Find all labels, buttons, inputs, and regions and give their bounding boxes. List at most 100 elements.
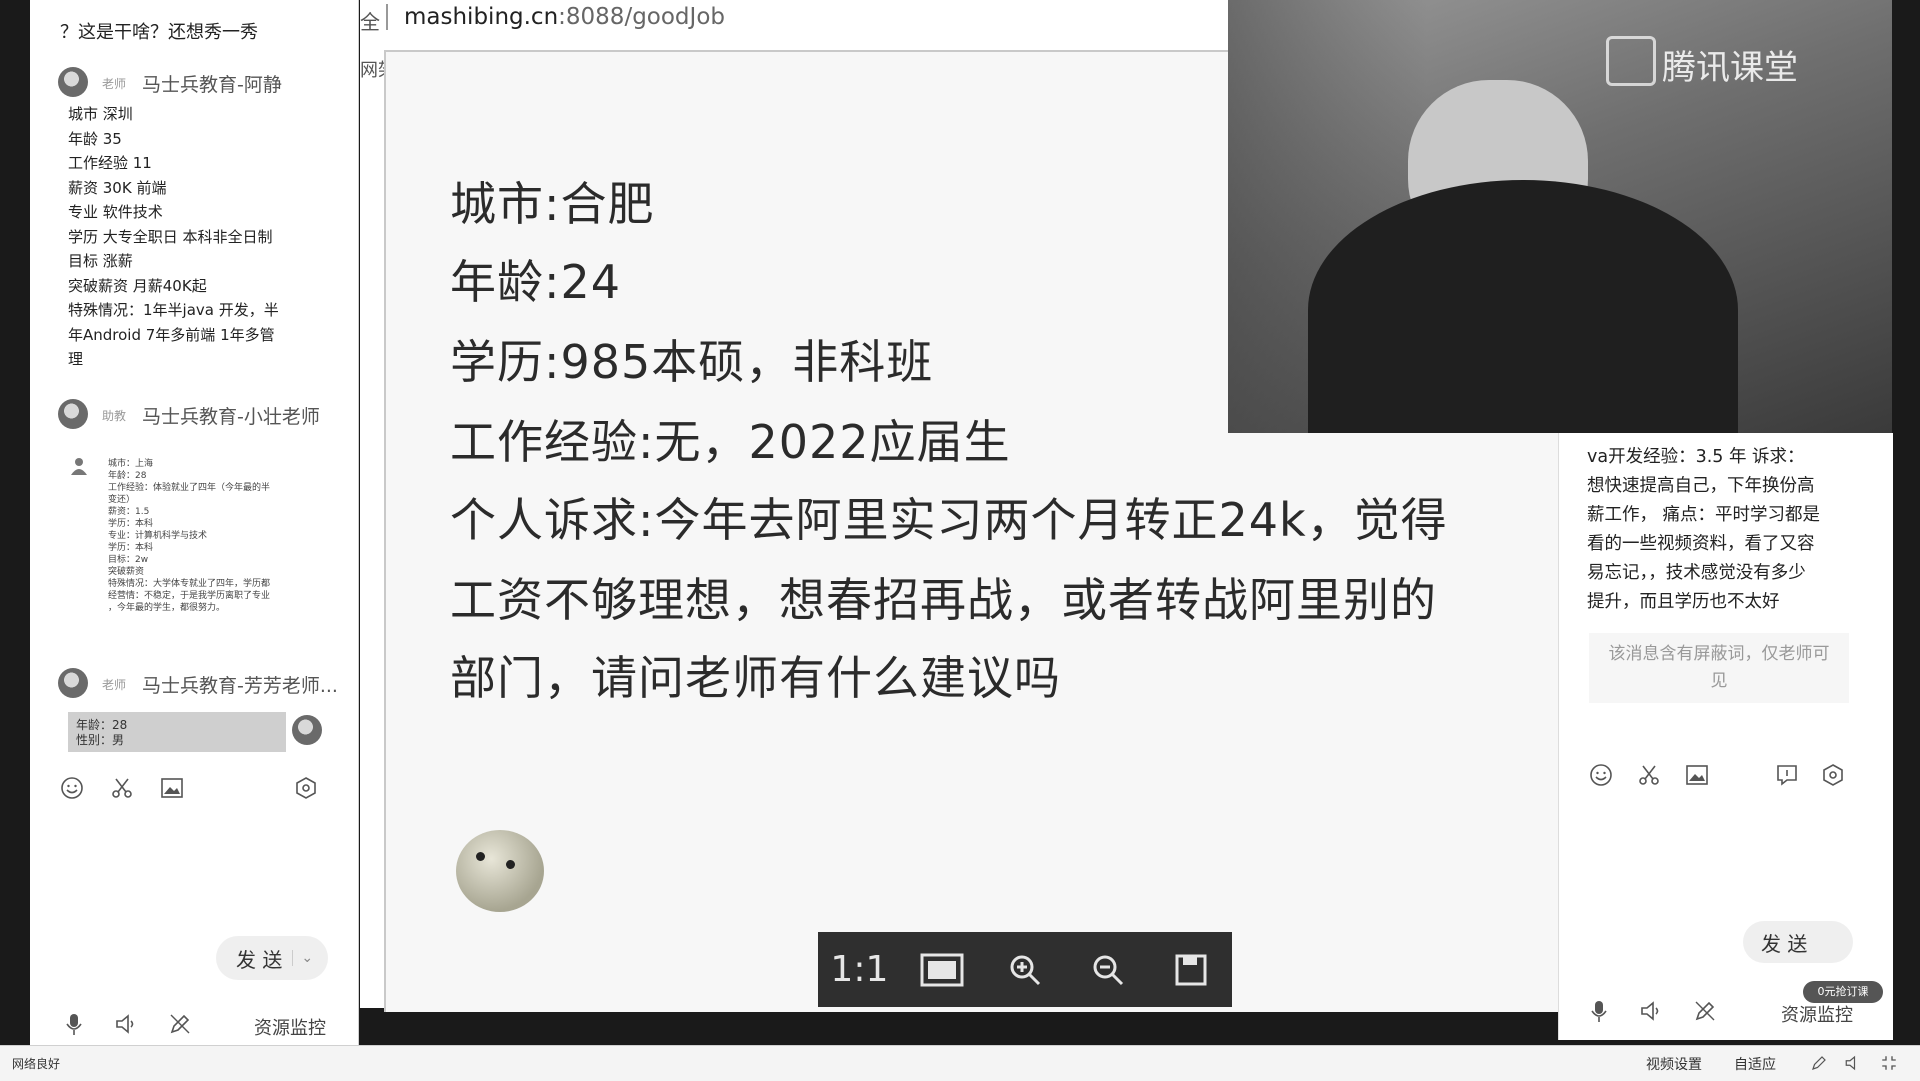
sticker-eye xyxy=(476,852,485,861)
zoom-out-icon[interactable] xyxy=(1078,940,1138,1000)
message-line: 突破薪资 xyxy=(108,567,145,577)
sender-name: 马士兵教育-小壮老师 xyxy=(142,406,320,428)
video-settings-button[interactable]: 视频设置 xyxy=(1646,1054,1702,1074)
avatar[interactable] xyxy=(58,67,88,97)
resource-monitor-button[interactable]: 资源监控 xyxy=(254,1014,326,1040)
chat-message-top: ？这是干啥？还想秀一秀 xyxy=(60,22,258,43)
settings-icon[interactable] xyxy=(1821,763,1845,787)
brand-watermark: 腾讯课堂 xyxy=(1662,48,1798,88)
message-line: va开发经验：3.5 年 诉求： xyxy=(1587,447,1805,467)
message-line: 性别：男 xyxy=(76,733,125,747)
sender-name: 马士兵教育-阿静 xyxy=(142,74,282,96)
right-chat-panel: va开发经验：3.5 年 诉求： 想快速提高自己，下年换份高 薪工作， 痛点：平… xyxy=(1558,433,1893,1040)
settings-icon[interactable] xyxy=(294,776,318,800)
message-line: ，今年最的学生，都很努力。 xyxy=(108,603,226,613)
message-line: 城市：上海 xyxy=(108,459,154,469)
message-line: 专业：计算机科学与技术 xyxy=(108,531,208,541)
teacher-video[interactable]: 腾讯课堂 xyxy=(1228,0,1892,433)
fit-screen-icon[interactable] xyxy=(912,940,972,1000)
slide-line: 学历:985本硕，非科班 xyxy=(450,335,934,389)
speaker-icon[interactable] xyxy=(1639,999,1663,1023)
message-line: 特殊情况：大学体专就业了四年，学历都 xyxy=(108,579,271,589)
send-button[interactable]: 发 送 ⌄ xyxy=(216,936,328,980)
avatar[interactable] xyxy=(292,715,322,745)
microphone-icon[interactable] xyxy=(64,1012,84,1036)
speaker-icon[interactable] xyxy=(1844,1054,1862,1072)
emoji-icon[interactable] xyxy=(60,776,84,800)
pen-icon[interactable] xyxy=(1693,999,1717,1023)
slide-line: 工作经验:无，2022应届生 xyxy=(450,415,1011,469)
url-path: :8088/goodJob xyxy=(558,4,725,30)
url-host: mashibing.cn xyxy=(404,4,559,30)
avatar[interactable] xyxy=(58,399,88,429)
scissors-icon[interactable] xyxy=(110,776,134,800)
url-field[interactable]: mashibing.cn:8088/goodJob xyxy=(404,4,725,30)
chat-message-1: 城市 深圳 年龄 35 工作经验 11 薪资 30K 前端 专业 软件技术 学历… xyxy=(68,102,328,372)
message-line: 提升，而且学历也不太好 xyxy=(1587,592,1780,612)
message-line: 城市 深圳 xyxy=(68,105,133,123)
sender-role: 助教 xyxy=(102,409,127,423)
message-line: 目标：2w xyxy=(108,555,149,565)
exit-fullscreen-icon[interactable] xyxy=(1880,1054,1898,1072)
sender-name: 马士兵教育-芳芳老师... xyxy=(142,675,338,697)
slide-line: 个人诉求:今年去阿里实习两个月转正24k，觉得 xyxy=(450,493,1448,547)
message-line: 年龄 35 xyxy=(68,129,122,148)
image-icon[interactable] xyxy=(1685,763,1709,787)
save-icon[interactable] xyxy=(1161,940,1221,1000)
message-line: 学历：本科 xyxy=(108,519,154,529)
scissors-icon[interactable] xyxy=(1637,763,1661,787)
chat-message-2: 城市：上海 年龄：28 工作经验：体验就业了四年（今年最的半 变还） 薪资：1.… xyxy=(108,458,328,614)
message-line: 薪工作， 痛点：平时学习都是 xyxy=(1587,505,1821,525)
message-line: 目标 涨薪 xyxy=(68,252,133,270)
resource-monitor-button[interactable]: 资源监控 xyxy=(1781,1001,1853,1027)
adapt-button[interactable]: 自适应 xyxy=(1734,1054,1776,1074)
blocked-message-notice: 该消息含有屏蔽词，仅老师可见 xyxy=(1589,633,1849,703)
promo-badge[interactable]: 0元抢订课 xyxy=(1803,981,1883,1003)
message-line: 想快速提高自己，下年换份高 xyxy=(1587,476,1815,496)
url-divider xyxy=(386,4,388,30)
message-line: 突破薪资 月薪40K起 xyxy=(68,276,207,295)
message-line: 学历 大专全职日 本科非全日制 xyxy=(68,227,273,246)
quoted-message: 年龄：28 性别：男 xyxy=(68,712,286,752)
status-bar: 网络良好 视频设置 自适应 xyxy=(0,1045,1920,1081)
actual-size-button[interactable]: 1:1 xyxy=(829,940,889,1000)
message-line: 薪资：1.5 xyxy=(108,507,150,517)
tencent-logo-icon xyxy=(1606,36,1656,86)
sticker-image xyxy=(456,830,544,912)
user-icon xyxy=(68,455,90,477)
send-button[interactable]: 发 送 xyxy=(1743,921,1853,963)
left-chat-panel: ？这是干啥？还想秀一秀 老师 马士兵教育-阿静 城市 深圳 年龄 35 工作经验… xyxy=(30,0,359,1045)
slide-line: 工资不够理想，想春招再战，或者转战阿里别的 xyxy=(450,573,1437,627)
message-line: 易忘记，，技术感觉没有多少 xyxy=(1587,563,1806,583)
message-line: 经营情：不稳定，于是我学历离职了专业 xyxy=(108,591,271,601)
pen-icon[interactable] xyxy=(1810,1054,1828,1072)
comment-icon[interactable] xyxy=(1775,763,1799,787)
pen-icon[interactable] xyxy=(168,1012,192,1036)
network-status: 网络良好 xyxy=(12,1057,61,1071)
sender-role: 老师 xyxy=(102,77,127,91)
slide-line: 年龄:24 xyxy=(450,255,622,309)
chevron-down-icon[interactable]: ⌄ xyxy=(292,950,313,966)
message-line: 变还） xyxy=(108,495,136,505)
slide-line: 部门，请问老师有什么建议吗 xyxy=(450,651,1061,705)
image-viewer-toolbar: 1:1 xyxy=(818,932,1232,1007)
message-line: 年龄：28 xyxy=(76,718,128,732)
microphone-icon[interactable] xyxy=(1589,999,1609,1023)
speaker-icon[interactable] xyxy=(114,1012,138,1036)
sender-role: 老师 xyxy=(102,678,127,692)
message-line: 特殊情况：1年半java 开发，半 xyxy=(68,301,279,319)
send-label: 发 送 xyxy=(1761,931,1808,956)
message-line: 工作经验：体验就业了四年（今年最的半 xyxy=(108,483,271,493)
message-line: 理 xyxy=(68,350,84,368)
zoom-in-icon[interactable] xyxy=(995,940,1055,1000)
browser-address-bar: 全 mashibing.cn:8088/goodJob xyxy=(360,0,1230,49)
message-line: 工作经验 11 xyxy=(68,154,152,172)
slide-line: 城市:合肥 xyxy=(450,177,655,231)
avatar[interactable] xyxy=(58,668,88,698)
message-line: 年Android 7年多前端 1年多管 xyxy=(68,325,275,344)
image-icon[interactable] xyxy=(160,776,184,800)
send-label: 发 送 xyxy=(236,947,283,972)
message-line: 薪资 30K 前端 xyxy=(68,178,167,197)
message-line: 看的一些视频资料，看了又容 xyxy=(1587,534,1815,554)
emoji-icon[interactable] xyxy=(1589,763,1613,787)
